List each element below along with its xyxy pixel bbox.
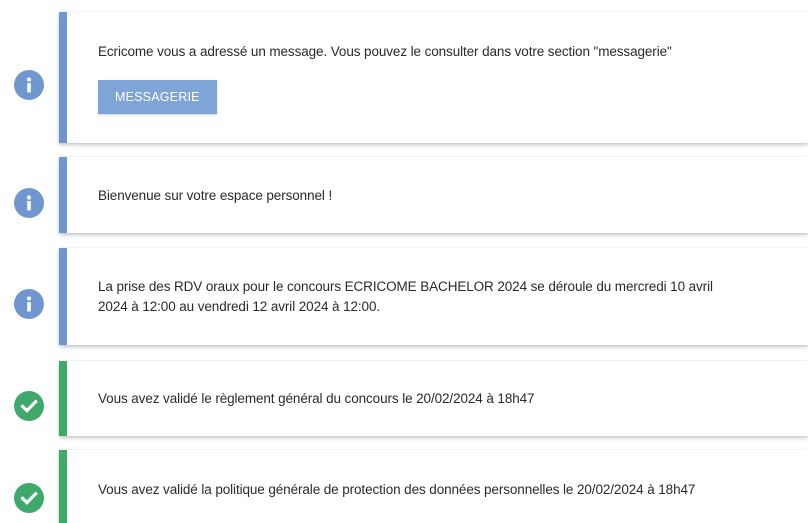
notification-text: La prise des RDV oraux pour le concours …	[98, 277, 798, 317]
notification-welcome: Bienvenue sur votre espace personnel !	[0, 157, 808, 233]
card-accent-bar	[59, 450, 67, 523]
messagerie-button[interactable]: MESSAGERIE	[98, 80, 217, 114]
notification-card: Ecricome vous a adressé un message. Vous…	[59, 12, 808, 143]
card-accent-bar	[59, 361, 67, 436]
notification-message: Ecricome vous a adressé un message. Vous…	[0, 12, 808, 143]
info-icon	[14, 289, 44, 319]
notification-text-line: La prise des RDV oraux pour le concours …	[98, 279, 713, 294]
card-accent-bar	[59, 248, 67, 345]
notification-text-line: 2024 à 12:00 au vendredi 12 avril 2024 à…	[98, 299, 381, 314]
check-circle-icon	[14, 483, 44, 513]
info-icon	[14, 70, 44, 100]
notification-feed: Ecricome vous a adressé un message. Vous…	[0, 0, 808, 523]
notification-card: Bienvenue sur votre espace personnel !	[59, 157, 808, 233]
card-accent-bar	[59, 12, 67, 143]
notification-card: Vous avez validé la politique générale d…	[59, 450, 808, 523]
notification-reglement: Vous avez validé le règlement général du…	[0, 361, 808, 436]
notification-rdv-oraux: La prise des RDV oraux pour le concours …	[0, 248, 808, 345]
notification-card: La prise des RDV oraux pour le concours …	[59, 248, 808, 345]
notification-text: Bienvenue sur votre espace personnel !	[98, 188, 333, 203]
info-icon	[14, 188, 44, 218]
card-accent-bar	[59, 157, 67, 233]
notification-text: Vous avez validé le règlement général du…	[98, 391, 535, 406]
notification-text: Ecricome vous a adressé un message. Vous…	[98, 44, 672, 59]
notification-protection-donnees: Vous avez validé la politique générale d…	[0, 450, 808, 523]
notification-card: Vous avez validé le règlement général du…	[59, 361, 808, 436]
notification-text: Vous avez validé la politique générale d…	[98, 482, 696, 497]
check-circle-icon	[14, 391, 44, 421]
